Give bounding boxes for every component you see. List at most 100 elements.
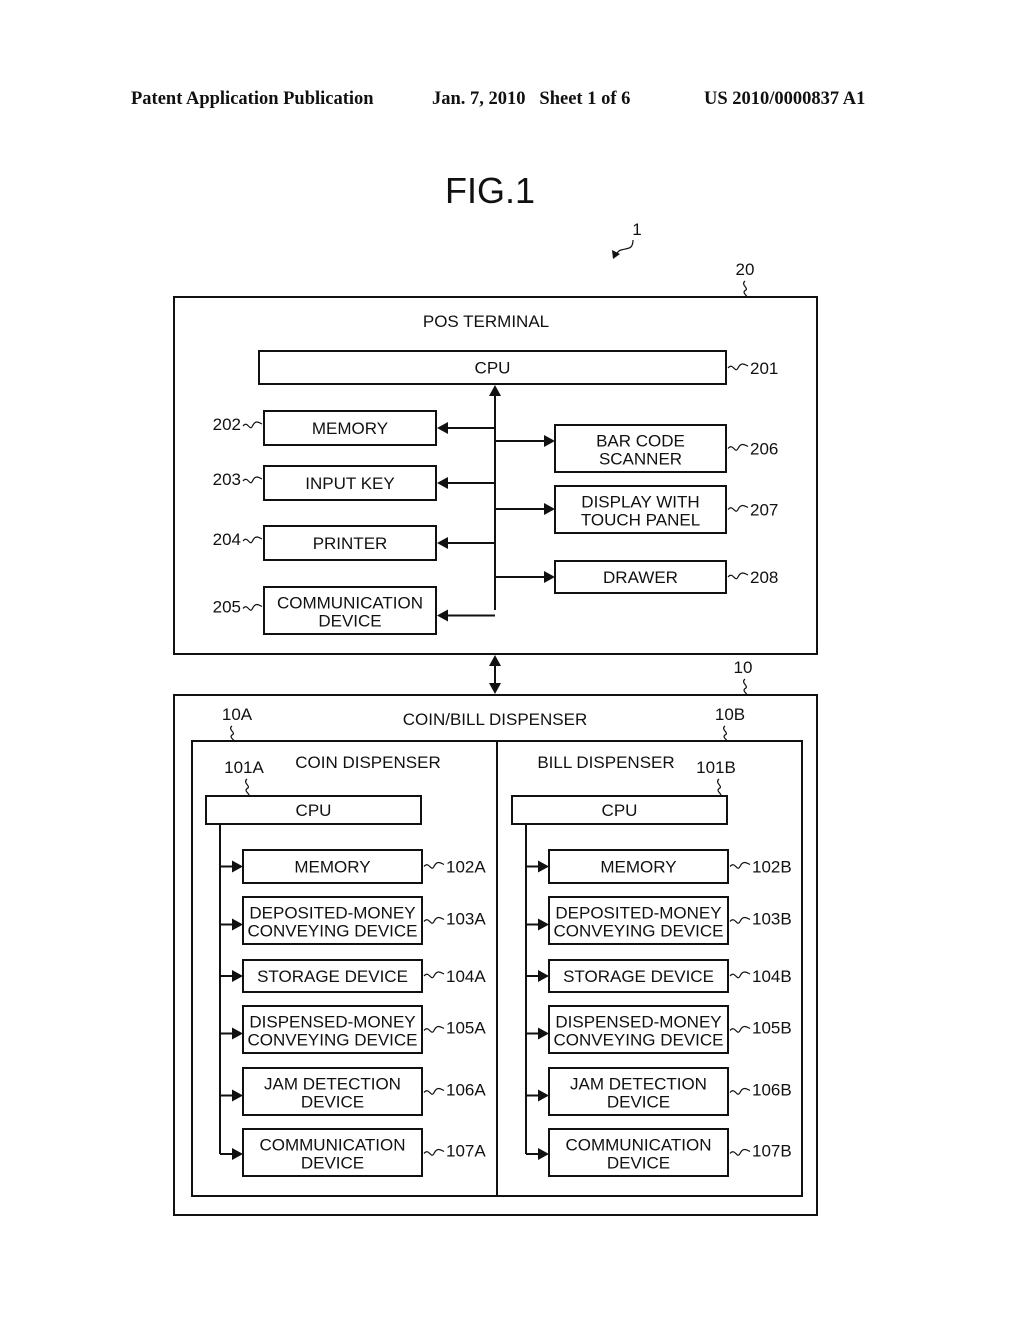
- bill-dispenser-arrowhead-3: [538, 970, 549, 982]
- pos-terminal-ref-leader: [742, 280, 748, 298]
- bill-dispenser-unit-ref-3: 104B: [752, 967, 792, 986]
- coin-dispenser-unit-ref-leader-2: [423, 916, 445, 924]
- coin-dispenser-ref-leader: [229, 725, 235, 742]
- coin-dispenser-unit-ref-leader-1: [423, 861, 445, 869]
- pos-right-ref-leader-2: [727, 504, 749, 512]
- coin-dispenser-arrowhead-2: [232, 918, 243, 931]
- pos-left-ref-leader-3: [242, 536, 263, 544]
- coin-dispenser-arrowhead-6: [232, 1148, 243, 1160]
- pos-left-ref-3: 204: [213, 530, 241, 549]
- pos-right-unit-2-label-line1: DISPLAY WITH: [581, 493, 699, 512]
- bill-dispenser-arrowhead-5: [538, 1089, 549, 1102]
- bill-dispenser-unit-3-label: STORAGE DEVICE: [563, 967, 714, 986]
- pos-left-ref-leader-4: [242, 603, 263, 611]
- pos-left-ref-2: 203: [213, 470, 241, 489]
- bill-dispenser-unit-ref-1: 102B: [752, 858, 792, 877]
- block-diagram: FIG.1 1 20 POS TERMINAL CPU 201 MEMORY 202 INPU…: [173, 170, 818, 1216]
- pos-right-ref-1: 206: [750, 440, 778, 459]
- pos-left-arrowhead-1: [437, 422, 448, 434]
- pos-left-ref-4: 205: [213, 598, 241, 617]
- pos-right-unit-2-label-line2: TOUCH PANEL: [581, 511, 700, 530]
- pos-right-arrowhead-1: [544, 435, 555, 447]
- figure-title: FIG.1: [445, 170, 535, 211]
- coin-dispenser-unit-5-label-line1: JAM DETECTION: [264, 1075, 401, 1094]
- bill-dispenser-unit-6-label-line2: DEVICE: [607, 1154, 670, 1173]
- pos-cpu-ref-leader: [727, 363, 749, 371]
- pos-left-unit-4-label-line2: DEVICE: [318, 612, 381, 631]
- link-arrowhead-down: [489, 683, 501, 694]
- coin-dispenser-arrowhead-1: [232, 860, 243, 873]
- coin-dispenser-unit-ref-leader-3: [423, 971, 445, 979]
- pos-terminal-title: POS TERMINAL: [423, 312, 549, 331]
- pos-left-arrowhead-2: [437, 477, 448, 489]
- pos-left-unit-3-label: PRINTER: [313, 534, 388, 553]
- bill-dispenser-cpu-ref-leader: [716, 778, 722, 796]
- dispenser-title: COIN/BILL DISPENSER: [403, 710, 588, 729]
- pos-left-ref-leader-2: [242, 476, 263, 484]
- bill-dispenser-unit-2-label-line2: CONVEYING DEVICE: [553, 922, 723, 941]
- coin-dispenser-arrowhead-5: [232, 1089, 243, 1102]
- bill-dispenser-unit-4-label-line2: CONVEYING DEVICE: [553, 1031, 723, 1050]
- coin-dispenser-unit-4-label-line2: CONVEYING DEVICE: [247, 1031, 417, 1050]
- coin-dispenser-unit-ref-6: 107A: [446, 1142, 486, 1161]
- coin-dispenser-arrowhead-4: [232, 1027, 243, 1040]
- link-arrowhead-up: [489, 655, 501, 666]
- bill-dispenser-ref-leader: [722, 725, 728, 742]
- pos-right-unit-1-label-line1: BAR CODE: [596, 432, 685, 451]
- bill-dispenser-unit-ref-leader-3: [729, 971, 751, 979]
- pos-right-arrowhead-3: [544, 571, 555, 583]
- bill-dispenser-unit-ref-leader-6: [729, 1148, 751, 1156]
- coin-dispenser-unit-2-label-line2: CONVEYING DEVICE: [247, 922, 417, 941]
- coin-dispenser-unit-ref-1: 102A: [446, 858, 486, 877]
- pos-right-ref-2: 207: [750, 501, 778, 520]
- pos-left-arrowhead-3: [437, 537, 448, 549]
- dispenser-ref: 10: [734, 658, 753, 677]
- bill-dispenser-unit-ref-2: 103B: [752, 910, 792, 929]
- bill-dispenser-unit-ref-6: 107B: [752, 1142, 792, 1161]
- coin-dispenser-unit-ref-5: 106A: [446, 1081, 486, 1100]
- pos-right-ref-3: 208: [750, 568, 778, 587]
- bill-dispenser-unit-ref-4: 105B: [752, 1019, 792, 1038]
- bill-dispenser-unit-2-label-line1: DEPOSITED-MONEY: [555, 904, 721, 923]
- pos-right-ref-leader-1: [727, 443, 749, 451]
- coin-dispenser-unit-6-label-line1: COMMUNICATION: [259, 1136, 405, 1155]
- bill-dispenser-arrowhead-6: [538, 1148, 549, 1160]
- pos-cpu-box-label: CPU: [475, 359, 511, 378]
- bill-dispenser-unit-1-label: MEMORY: [600, 858, 676, 877]
- bill-dispenser-unit-4-label-line1: DISPENSED-MONEY: [555, 1013, 721, 1032]
- bill-dispenser-ref: 10B: [715, 705, 745, 724]
- bill-dispenser-arrowhead-1: [538, 860, 549, 873]
- bill-dispenser-cpu-box-label: CPU: [602, 801, 638, 820]
- coin-dispenser-arrowhead-3: [232, 970, 243, 982]
- coin-dispenser-unit-1-label: MEMORY: [294, 858, 370, 877]
- dispenser-ref-leader: [742, 678, 748, 696]
- coin-dispenser-ref: 10A: [222, 705, 253, 724]
- bill-dispenser-unit-ref-5: 106B: [752, 1081, 792, 1100]
- coin-dispenser-unit-ref-4: 105A: [446, 1019, 486, 1038]
- coin-dispenser-title: COIN DISPENSER: [295, 753, 440, 772]
- pos-left-ref-1: 202: [213, 415, 241, 434]
- pos-right-unit-3-label: DRAWER: [603, 568, 678, 587]
- coin-dispenser-cpu-box-label: CPU: [296, 801, 332, 820]
- pos-right-unit-1-label-line2: SCANNER: [599, 450, 682, 469]
- bill-dispenser-unit-ref-leader-5: [729, 1087, 751, 1095]
- coin-dispenser-unit-ref-leader-4: [423, 1025, 445, 1033]
- coin-dispenser-unit-ref-leader-5: [423, 1087, 445, 1095]
- system-ref-leader: [615, 239, 634, 256]
- bill-dispenser-arrowhead-2: [538, 918, 549, 931]
- bill-dispenser-unit-6-label-line1: COMMUNICATION: [565, 1136, 711, 1155]
- coin-dispenser-cpu-ref: 101A: [224, 758, 264, 777]
- coin-dispenser-unit-ref-2: 103A: [446, 910, 486, 929]
- coin-dispenser-unit-ref-3: 104A: [446, 967, 486, 986]
- coin-dispenser-unit-5-label-line2: DEVICE: [301, 1093, 364, 1112]
- pos-bus-arrowhead-up: [489, 385, 501, 396]
- coin-dispenser-unit-4-label-line1: DISPENSED-MONEY: [249, 1013, 415, 1032]
- pos-left-unit-2-label: INPUT KEY: [305, 474, 394, 493]
- bill-dispenser-unit-5-label-line1: JAM DETECTION: [570, 1075, 707, 1094]
- pos-left-ref-leader-1: [242, 421, 263, 429]
- bill-dispenser-unit-ref-leader-4: [729, 1025, 751, 1033]
- pos-left-arrowhead-4: [437, 609, 448, 622]
- bill-dispenser-cpu-ref: 101B: [696, 758, 736, 777]
- bill-dispenser-title: BILL DISPENSER: [537, 753, 674, 772]
- bill-dispenser-unit-5-label-line2: DEVICE: [607, 1093, 670, 1112]
